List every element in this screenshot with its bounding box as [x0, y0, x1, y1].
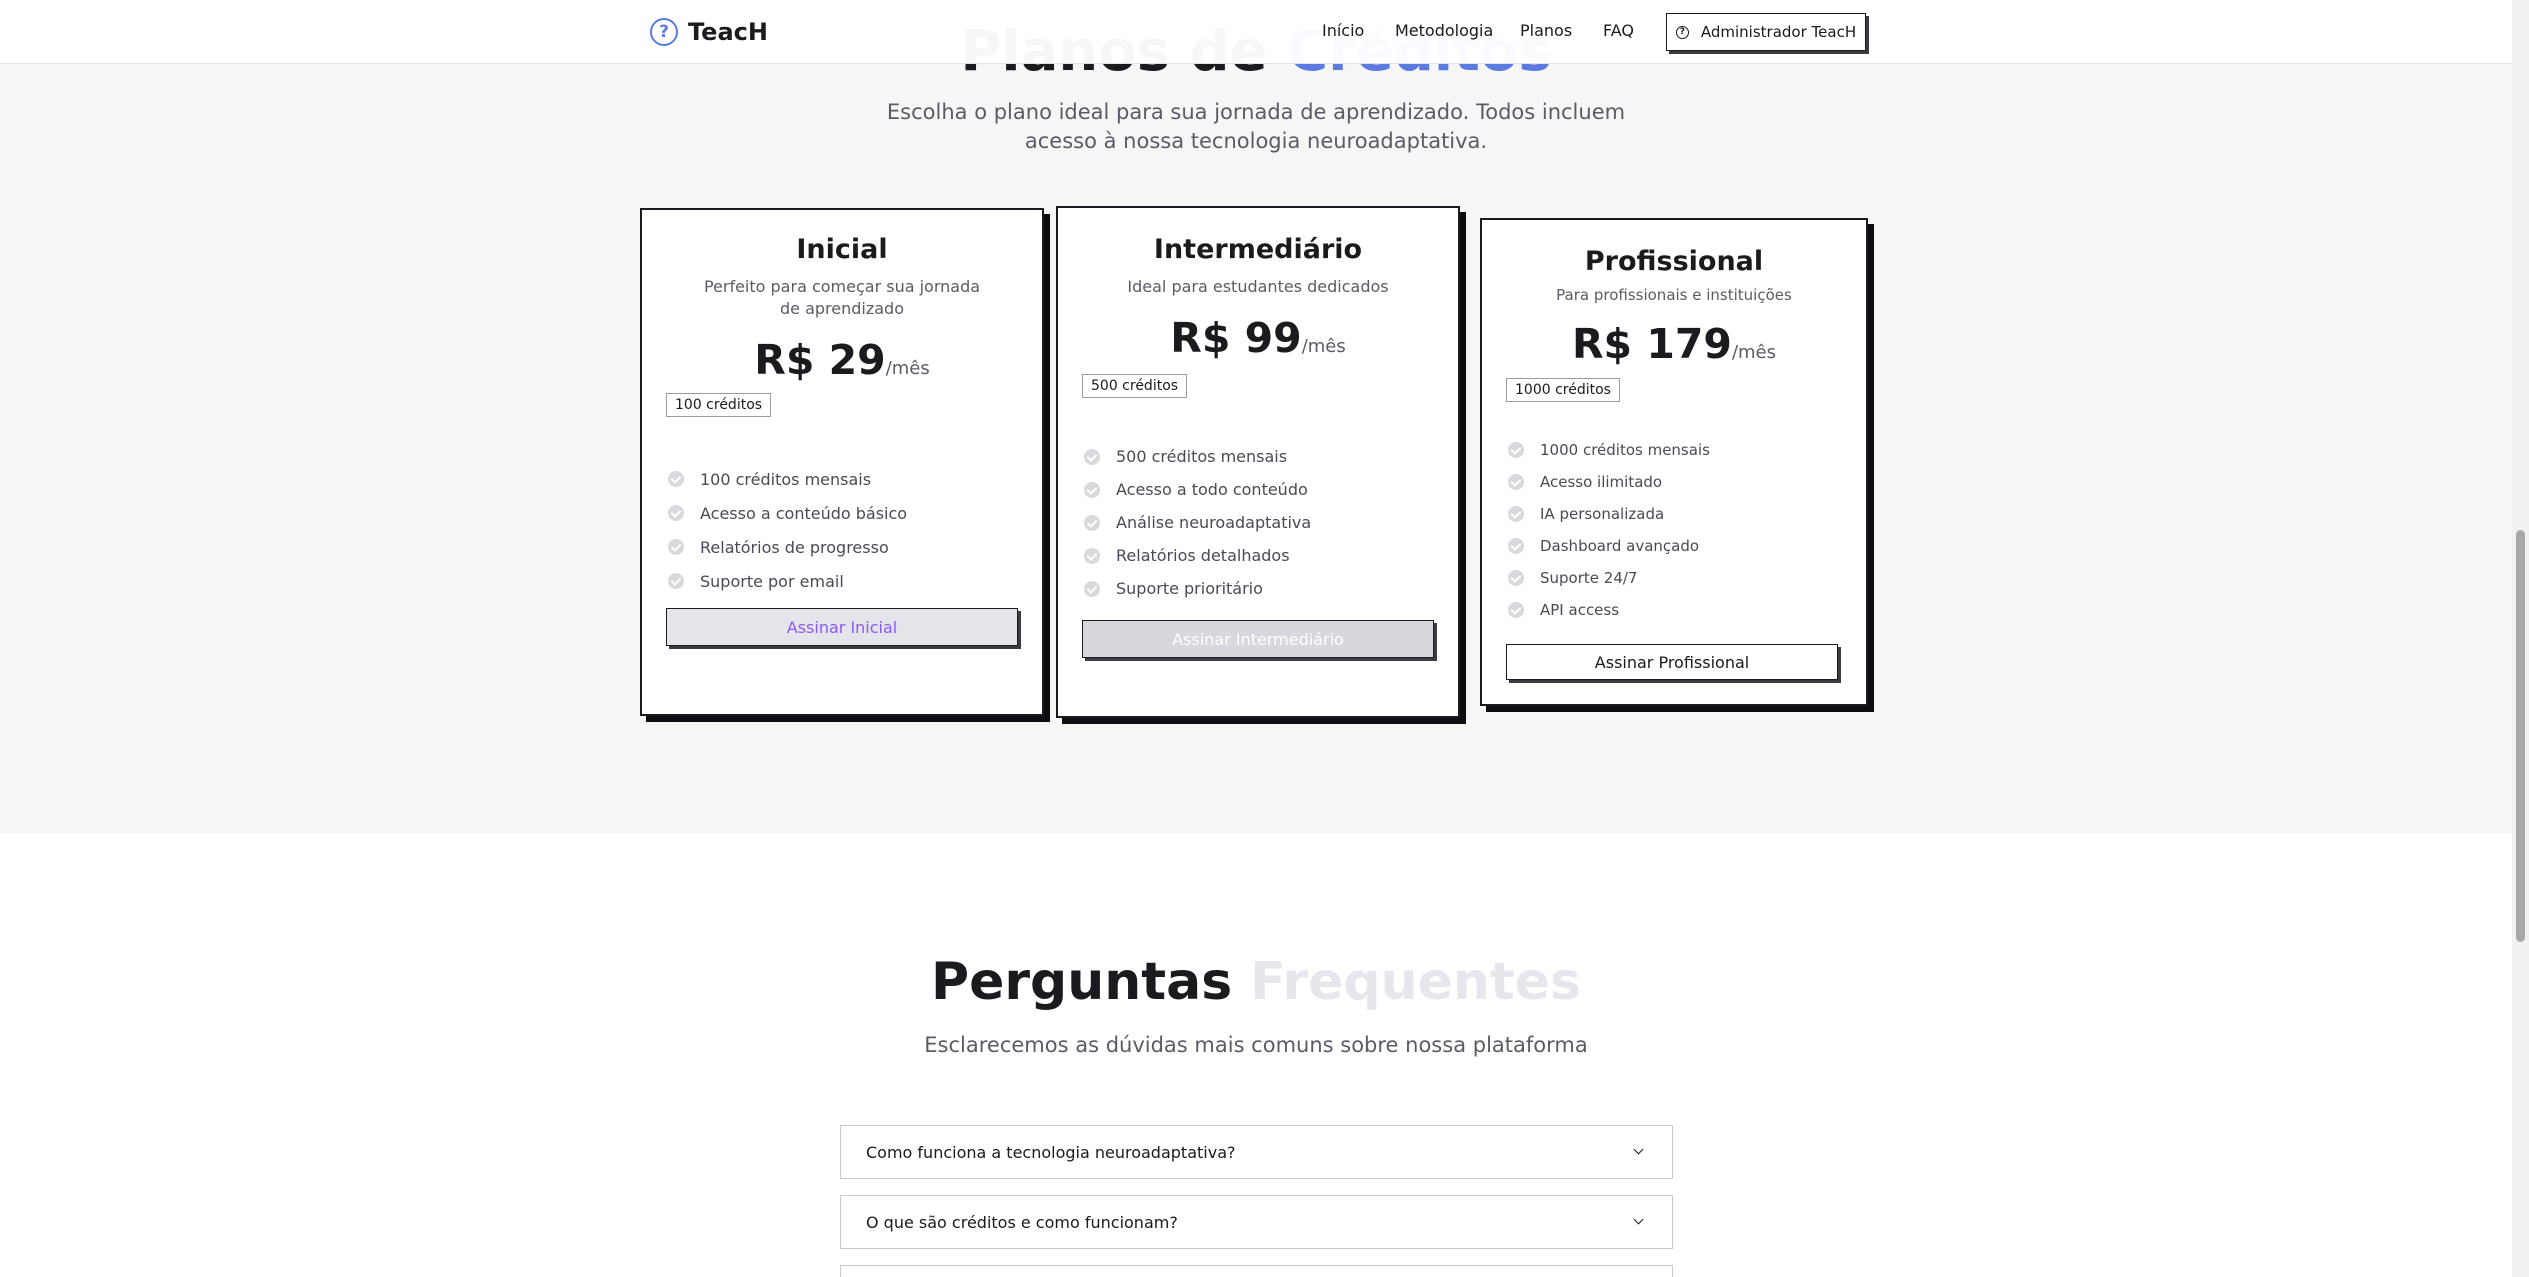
- feature-label: API access: [1540, 601, 1620, 619]
- plan-period: /mês: [1731, 342, 1777, 363]
- chevron-down-icon: [1634, 1147, 1644, 1157]
- pricing-section: Planos de Créditos Escolha o plano ideal…: [0, 0, 2512, 833]
- help-circle-logo-icon: ?: [650, 18, 678, 46]
- feature-item: 1000 créditos mensais: [1508, 434, 1710, 466]
- chevron-down-icon: [1634, 1217, 1644, 1227]
- nav-link-planos[interactable]: Planos: [1520, 21, 1572, 40]
- feature-item: IA personalizada: [1508, 498, 1710, 530]
- feature-label: 500 créditos mensais: [1116, 447, 1288, 466]
- faq-item-partial[interactable]: [840, 1265, 1673, 1277]
- check-circle-icon: [668, 505, 684, 521]
- subscribe-inicial-button[interactable]: Assinar Inicial: [666, 608, 1018, 646]
- check-circle-icon: [1508, 442, 1524, 458]
- plan-price: R$ 29: [754, 336, 886, 384]
- faq-title-main: Perguntas: [930, 952, 1233, 1012]
- admin-user-button[interactable]: ? Administrador TeacH: [1666, 13, 1866, 51]
- plan-period: /mês: [885, 358, 930, 379]
- check-circle-icon: [1508, 506, 1524, 522]
- check-circle-icon: [668, 573, 684, 589]
- feature-label: Suporte por email: [700, 571, 844, 591]
- feature-list: 500 créditos mensais Acesso a todo conte…: [1084, 440, 1311, 605]
- feature-item: Suporte por email: [668, 564, 907, 598]
- faq-question: O que são créditos e como funcionam?: [866, 1212, 1178, 1232]
- check-circle-icon: [1084, 547, 1100, 564]
- check-circle-icon: [1084, 481, 1100, 498]
- plan-period: /mês: [1301, 336, 1346, 357]
- check-circle-icon: [1084, 448, 1100, 465]
- top-navbar: ? TeacH Início Metodologia Planos FAQ ? …: [0, 0, 2512, 64]
- plan-name: Profissional: [1584, 246, 1764, 277]
- plan-price: R$ 99: [1170, 314, 1302, 362]
- faq-subtitle: Esclarecemos as dúvidas mais comuns sobr…: [924, 1033, 1588, 1057]
- feature-label: Acesso a conteúdo básico: [700, 503, 908, 523]
- plan-description: Ideal para estudantes dedicados: [1127, 277, 1389, 296]
- plan-price: R$ 179: [1571, 320, 1732, 368]
- feature-item: 100 créditos mensais: [668, 462, 907, 496]
- logo-text: TeacH: [688, 18, 768, 46]
- faq-item[interactable]: O que são créditos e como funcionam?: [840, 1195, 1673, 1249]
- feature-item: Suporte 24/7: [1508, 562, 1710, 594]
- feature-label: Suporte prioritário: [1116, 579, 1263, 598]
- plan-description: Perfeito para começar sua jornada de apr…: [703, 277, 981, 318]
- plan-price-row: R$ 29/mês: [642, 336, 1042, 384]
- feature-item: Relatórios de progresso: [668, 530, 907, 564]
- feature-label: Acesso a todo conteúdo: [1116, 480, 1308, 499]
- plan-name: Inicial: [796, 234, 888, 265]
- feature-label: Análise neuroadaptativa: [1116, 513, 1312, 532]
- plan-price-row: R$ 99/mês: [1058, 314, 1458, 362]
- feature-label: IA personalizada: [1540, 505, 1665, 523]
- credits-badge: 100 créditos: [666, 393, 772, 417]
- feature-list: 1000 créditos mensais Acesso ilimitado I…: [1508, 434, 1710, 626]
- feature-item: Análise neuroadaptativa: [1084, 506, 1311, 539]
- faq-question: Como funciona a tecnologia neuroadaptati…: [866, 1142, 1236, 1162]
- feature-label: Dashboard avançado: [1540, 537, 1700, 555]
- feature-item: Relatórios detalhados: [1084, 539, 1311, 572]
- check-circle-icon: [1508, 602, 1524, 618]
- feature-label: Suporte 24/7: [1540, 569, 1638, 587]
- faq-item[interactable]: Como funciona a tecnologia neuroadaptati…: [840, 1125, 1673, 1179]
- feature-item: API access: [1508, 594, 1710, 626]
- feature-list: 100 créditos mensais Acesso a conteúdo b…: [668, 462, 907, 598]
- admin-user-label: Administrador TeacH: [1700, 23, 1857, 41]
- feature-item: Acesso a todo conteúdo: [1084, 473, 1311, 506]
- subscribe-profissional-button[interactable]: Assinar Profissional: [1506, 644, 1838, 680]
- feature-label: Relatórios de progresso: [700, 537, 889, 557]
- subscribe-intermediario-button[interactable]: Assinar Intermediário: [1082, 620, 1434, 658]
- feature-label: 1000 créditos mensais: [1540, 441, 1710, 459]
- check-circle-icon: [1508, 538, 1524, 554]
- faq-title: Perguntas Frequentes: [0, 952, 2512, 1012]
- nav-link-metodologia[interactable]: Metodologia: [1395, 21, 1493, 40]
- nav-link-faq[interactable]: FAQ: [1603, 21, 1634, 40]
- feature-label: Acesso ilimitado: [1540, 473, 1663, 491]
- plan-name: Intermediário: [1153, 234, 1363, 265]
- feature-item: Suporte prioritário: [1084, 572, 1311, 605]
- check-circle-icon: [1508, 474, 1524, 490]
- user-circle-icon: ?: [1675, 25, 1689, 39]
- credits-badge: 1000 créditos: [1506, 378, 1620, 402]
- page-scrollbar-thumb[interactable]: [2516, 530, 2525, 942]
- plan-card-intermediario: Intermediário Ideal para estudantes dedi…: [1056, 206, 1460, 718]
- nav-link-inicio[interactable]: Início: [1322, 21, 1364, 40]
- pricing-subtitle: Escolha o plano ideal para sua jornada d…: [886, 100, 1626, 153]
- plan-price-row: R$ 179/mês: [1482, 320, 1866, 368]
- faq-title-faint: Frequentes: [1250, 952, 1581, 1012]
- check-circle-icon: [1084, 580, 1100, 597]
- feature-item: 500 créditos mensais: [1084, 440, 1311, 473]
- feature-item: Acesso a conteúdo básico: [668, 496, 907, 530]
- feature-label: Relatórios detalhados: [1116, 546, 1290, 565]
- credits-badge: 500 créditos: [1082, 374, 1188, 398]
- page: Planos de Créditos Escolha o plano ideal…: [0, 0, 2512, 1277]
- check-circle-icon: [668, 539, 684, 555]
- check-circle-icon: [668, 471, 684, 487]
- feature-item: Dashboard avançado: [1508, 530, 1710, 562]
- check-circle-icon: [1084, 514, 1100, 531]
- logo[interactable]: ? TeacH: [650, 18, 768, 46]
- plan-description: Para profissionais e instituições: [1556, 286, 1792, 304]
- feature-label: 100 créditos mensais: [700, 469, 872, 489]
- plan-card-inicial: Inicial Perfeito para começar sua jornad…: [640, 208, 1044, 716]
- check-circle-icon: [1508, 570, 1524, 586]
- plan-card-profissional: Profissional Para profissionais e instit…: [1480, 218, 1868, 706]
- feature-item: Acesso ilimitado: [1508, 466, 1710, 498]
